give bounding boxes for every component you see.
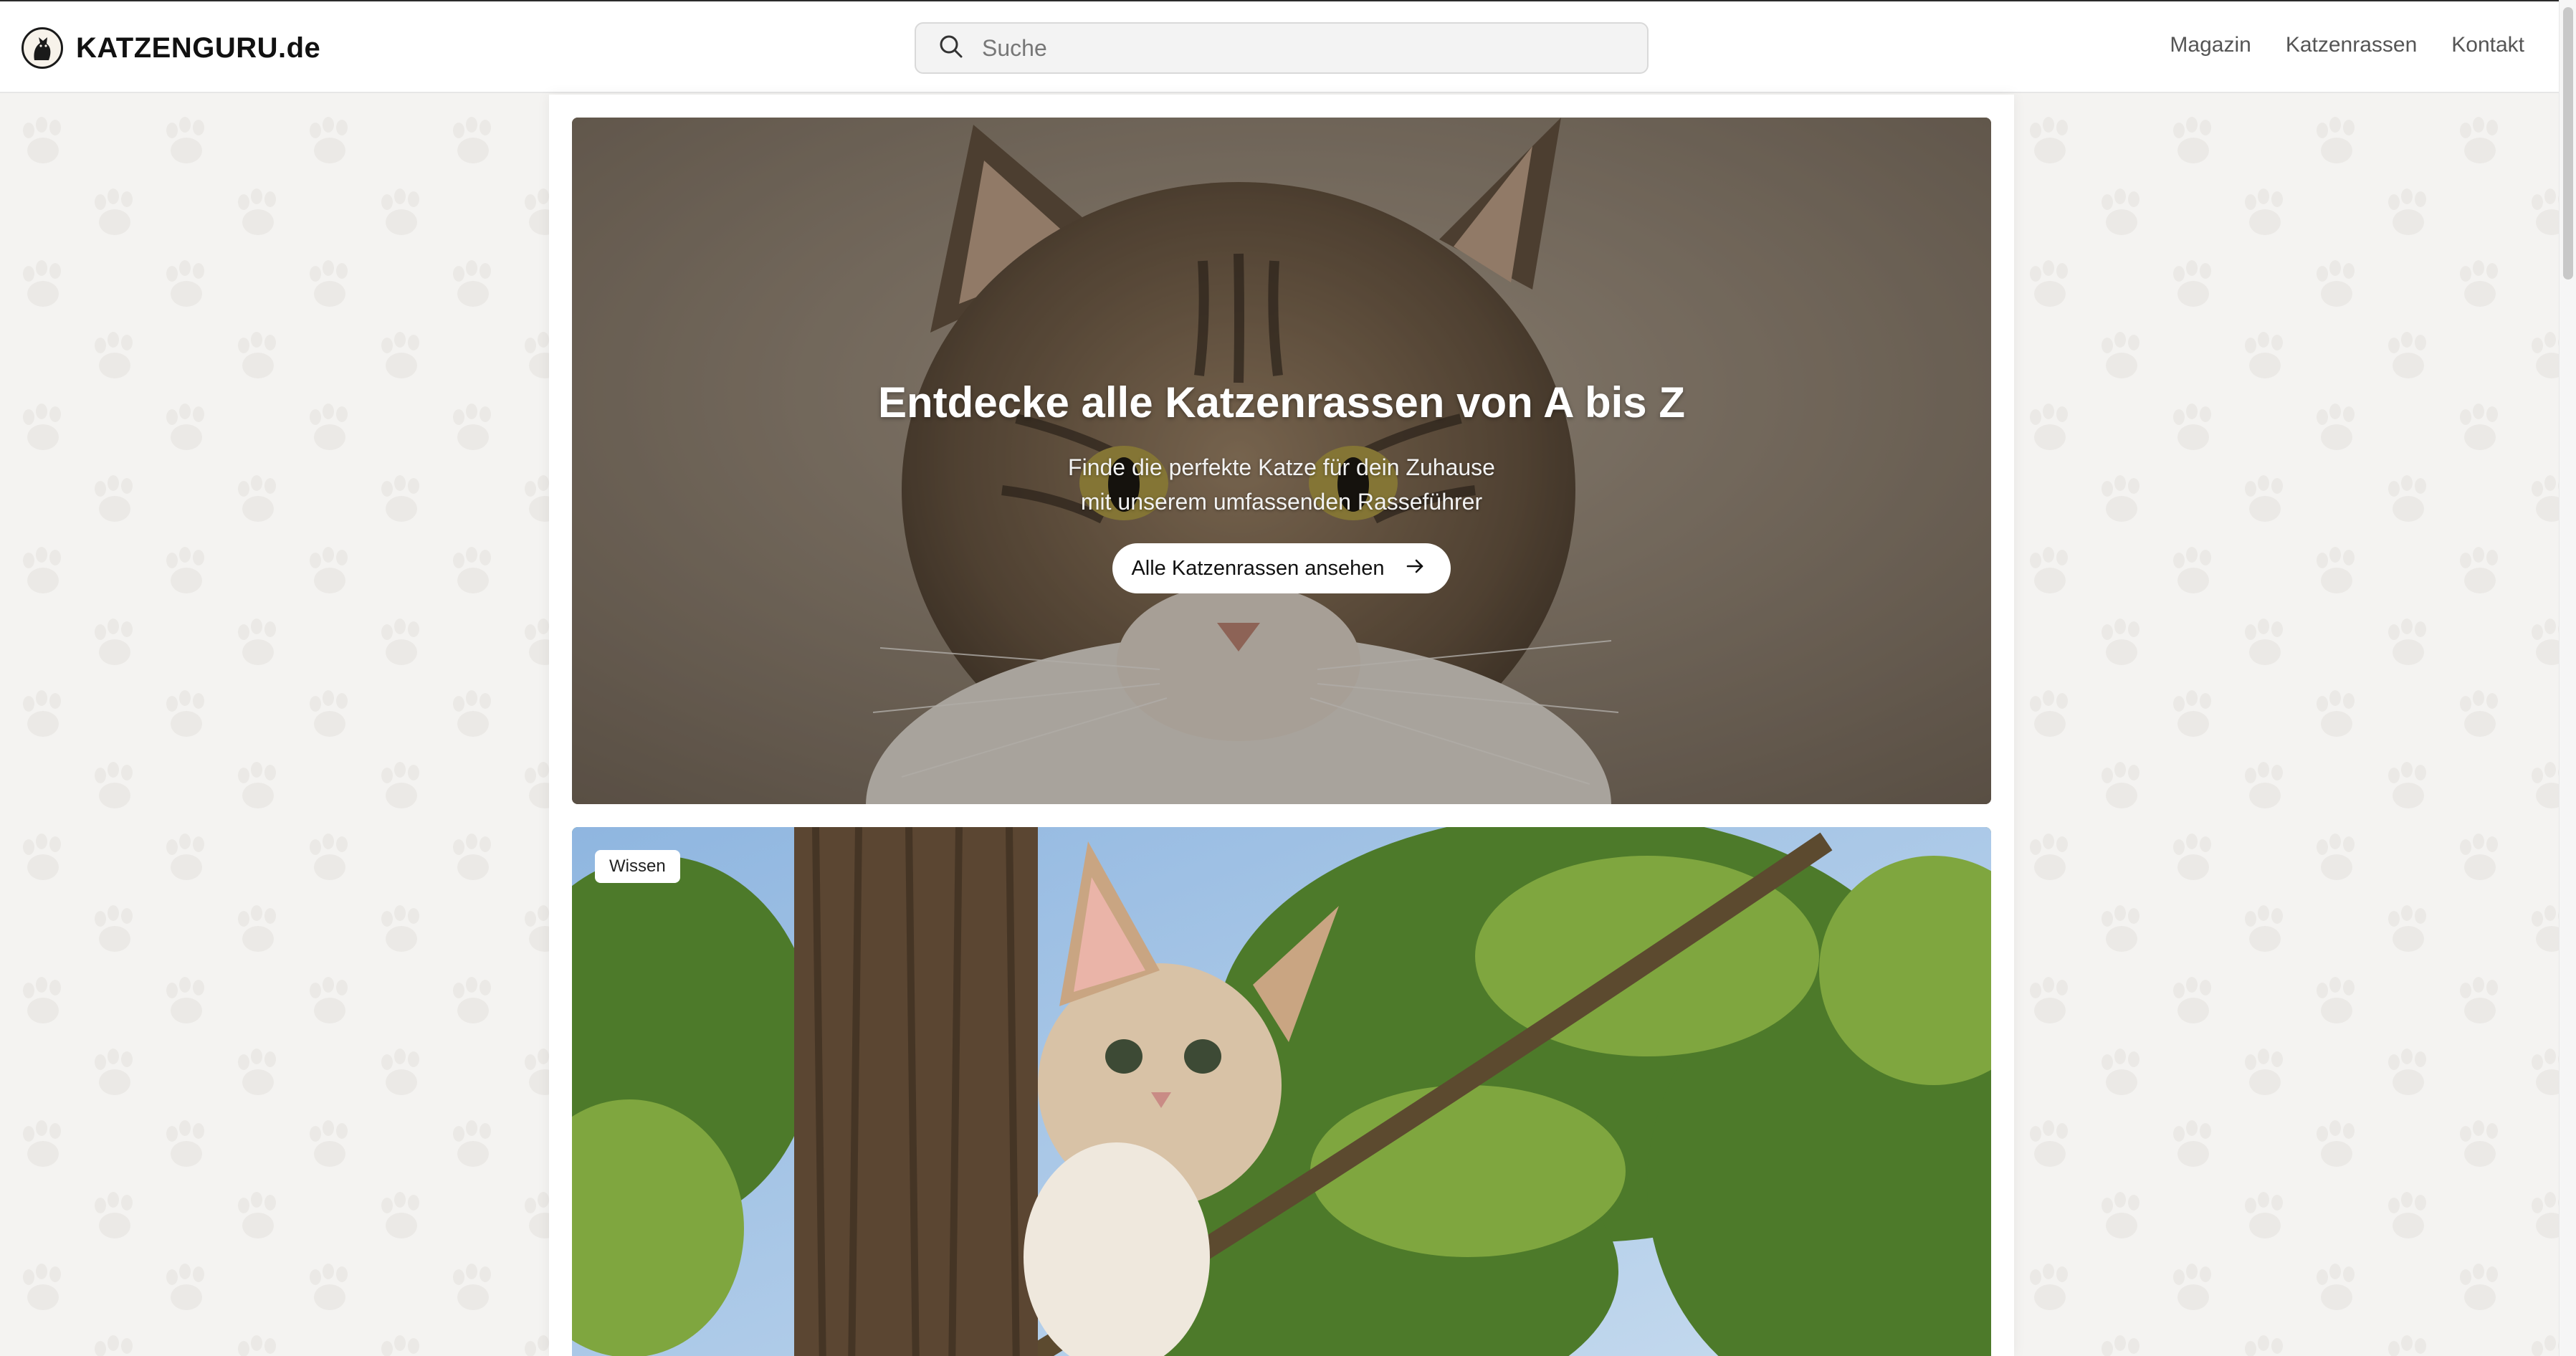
category-badge: Wissen (595, 850, 680, 883)
scrollbar-thumb[interactable] (2563, 7, 2573, 280)
all-breeds-button[interactable]: Alle Katzenrassen ansehen (1112, 543, 1451, 593)
article-card[interactable]: Wissen (572, 827, 1991, 1356)
hero-title: Entdecke alle Katzenrassen von A bis Z (878, 378, 1685, 426)
hero-subtitle-line-2: mit unserem umfassenden Rasseführer (1080, 489, 1483, 515)
kitten-in-tree-photo (572, 827, 1991, 1356)
search-icon (938, 33, 965, 64)
top-navigation-bar: KATZENGURU.de Magazin Katzenrassen Konta… (0, 0, 2576, 93)
all-breeds-button-label: Alle Katzenrassen ansehen (1131, 556, 1385, 580)
nav-item-katzenrassen[interactable]: Katzenrassen (2286, 33, 2417, 57)
page-scrollbar[interactable] (2559, 0, 2576, 1356)
brand-home-link[interactable]: KATZENGURU.de (22, 26, 320, 70)
search-input[interactable] (982, 34, 1613, 62)
arrow-right-icon (1406, 557, 1425, 581)
main-content: Entdecke alle Katzenrassen von A bis Z F… (549, 95, 2014, 1356)
search-box[interactable] (915, 22, 1649, 74)
main-nav: Magazin Katzenrassen Kontakt (2170, 33, 2524, 57)
nav-item-kontakt[interactable]: Kontakt (2451, 33, 2524, 57)
hero-subtitle-line-1: Finde die perfekte Katze für dein Zuhaus… (1068, 454, 1495, 480)
cat-logo-icon (22, 27, 63, 69)
hero-banner: Entdecke alle Katzenrassen von A bis Z F… (572, 118, 1991, 804)
brand-name: KATZENGURU.de (76, 32, 321, 64)
nav-item-magazin[interactable]: Magazin (2170, 33, 2251, 57)
hero-subtitle: Finde die perfekte Katze für dein Zuhaus… (572, 450, 1991, 519)
hero-text-block: Entdecke alle Katzenrassen von A bis Z F… (572, 376, 1991, 593)
